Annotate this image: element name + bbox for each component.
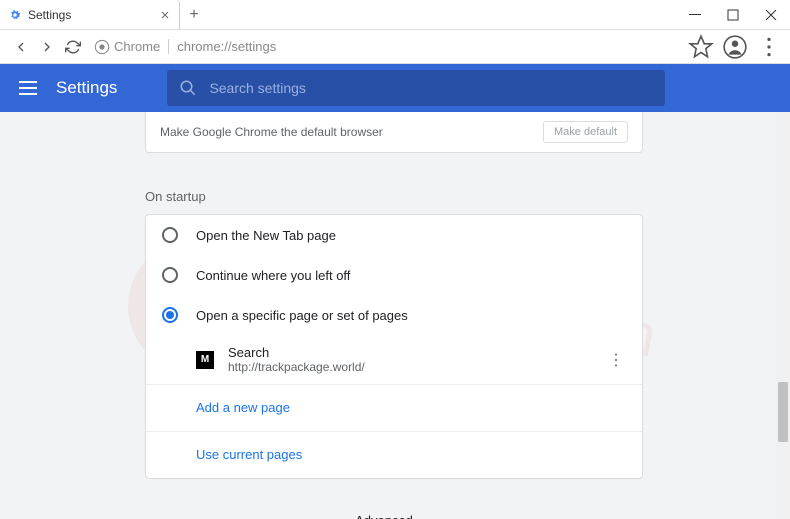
- make-default-button[interactable]: Make default: [543, 121, 628, 143]
- radio-open-new-tab[interactable]: Open the New Tab page: [146, 215, 642, 255]
- startup-section-title: On startup: [145, 189, 643, 204]
- radio-label: Open the New Tab page: [196, 228, 336, 243]
- advanced-toggle[interactable]: Advanced: [145, 513, 643, 519]
- hamburger-icon[interactable]: [16, 76, 40, 100]
- scrollbar-thumb[interactable]: [778, 382, 788, 442]
- add-new-page-row[interactable]: Add a new page: [146, 385, 642, 431]
- radio-specific-page[interactable]: Open a specific page or set of pages: [146, 295, 642, 335]
- radio-icon: [162, 227, 178, 243]
- advanced-label: Advanced: [355, 513, 413, 519]
- default-browser-text: Make Google Chrome the default browser: [160, 125, 543, 139]
- radio-label: Continue where you left off: [196, 268, 350, 283]
- page-title: Settings: [56, 78, 117, 98]
- page-more-icon[interactable]: ⋮: [606, 350, 626, 370]
- browser-tab[interactable]: Settings: [0, 0, 180, 29]
- radio-label: Open a specific page or set of pages: [196, 308, 408, 323]
- minimize-button[interactable]: [676, 0, 714, 30]
- startup-card: Open the New Tab page Continue where you…: [145, 214, 643, 479]
- default-browser-card: Make Google Chrome the default browser M…: [145, 112, 643, 153]
- favicon-icon: M: [196, 351, 214, 369]
- url-chip-label: Chrome: [114, 39, 169, 54]
- radio-icon: [162, 267, 178, 283]
- startup-page-url: http://trackpackage.world/: [228, 360, 606, 374]
- close-icon[interactable]: [159, 9, 171, 21]
- search-box[interactable]: [167, 70, 665, 106]
- bookmark-star-icon[interactable]: [688, 34, 714, 60]
- vertical-scrollbar[interactable]: [776, 112, 790, 519]
- radio-icon: [162, 307, 178, 323]
- use-current-pages-row[interactable]: Use current pages: [146, 431, 642, 478]
- new-tab-button[interactable]: +: [180, 0, 208, 29]
- close-window-button[interactable]: [752, 0, 790, 30]
- back-button[interactable]: [8, 34, 34, 60]
- search-input[interactable]: [209, 80, 653, 96]
- forward-button[interactable]: [34, 34, 60, 60]
- tab-title: Settings: [28, 8, 159, 22]
- url-text[interactable]: chrome://settings: [177, 39, 688, 54]
- search-icon: [179, 79, 197, 97]
- reload-button[interactable]: [60, 34, 86, 60]
- add-new-page-link[interactable]: Add a new page: [196, 400, 290, 415]
- chevron-down-icon: [423, 516, 433, 519]
- use-current-pages-link[interactable]: Use current pages: [196, 447, 302, 462]
- maximize-button[interactable]: [714, 0, 752, 30]
- radio-continue[interactable]: Continue where you left off: [146, 255, 642, 295]
- startup-page-title: Search: [228, 345, 606, 360]
- startup-page-entry: M Search http://trackpackage.world/ ⋮: [146, 335, 642, 385]
- chrome-icon: [94, 39, 110, 55]
- kebab-menu-icon[interactable]: [756, 34, 782, 60]
- gear-icon: [8, 8, 22, 22]
- profile-icon[interactable]: [722, 34, 748, 60]
